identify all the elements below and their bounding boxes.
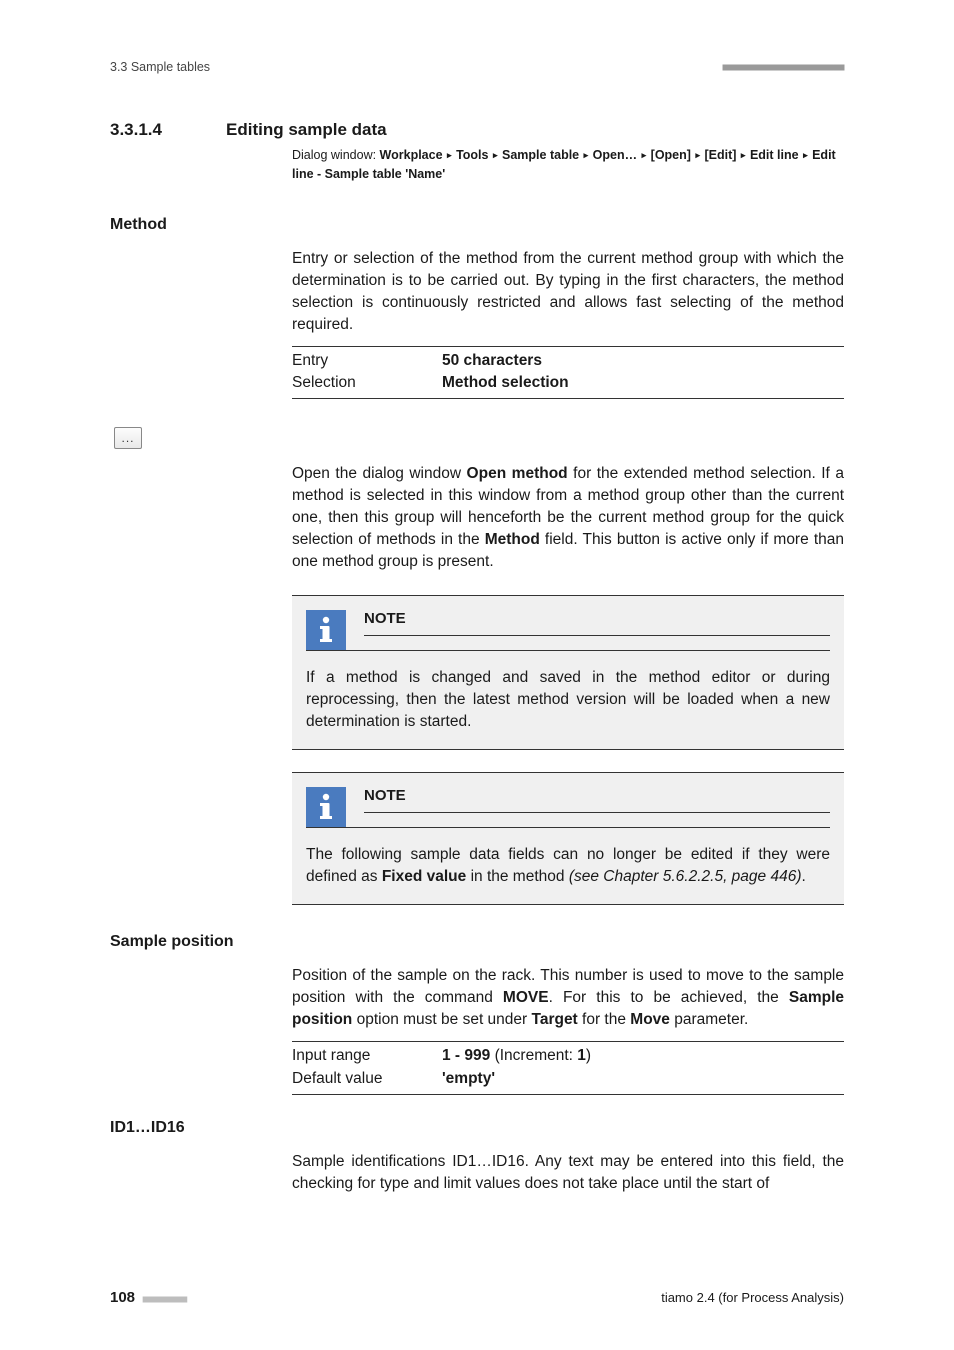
sample-position-label: Sample position	[110, 933, 292, 951]
note-title: NOTE	[364, 787, 830, 813]
header-ornament: ■■■■■■■■■■■■■■■■■■■■■■	[723, 62, 844, 73]
sample-position-description: Position of the sample on the rack. This…	[292, 965, 844, 1031]
running-header: 3.3 Sample tables	[110, 60, 210, 74]
footer-product: tiamo 2.4 (for Process Analysis)	[661, 1290, 844, 1305]
method-spec-table: Entry50 charactersSelectionMethod select…	[292, 346, 844, 400]
section-title: Editing sample data	[226, 120, 387, 140]
table-row: SelectionMethod selection	[292, 372, 844, 394]
table-row: Entry50 characters	[292, 350, 844, 372]
note-1-body: If a method is changed and saved in the …	[306, 667, 830, 733]
open-method-description: Open the dialog window Open method for t…	[292, 463, 844, 573]
table-row: Default value'empty'	[292, 1068, 844, 1090]
method-description: Entry or selection of the method from th…	[292, 248, 844, 336]
more-button[interactable]: ...	[114, 427, 142, 449]
note-box-1: NOTE If a method is changed and saved in…	[292, 595, 844, 750]
id-description: Sample identifications ID1…ID16. Any tex…	[292, 1151, 844, 1195]
note-title: NOTE	[364, 610, 830, 636]
dialog-path: Dialog window: Workplace ▸ Tools ▸ Sampl…	[292, 146, 844, 184]
table-row: Input range1 - 999 (Increment: 1)	[292, 1045, 844, 1067]
note-box-2: NOTE The following sample data fields ca…	[292, 772, 844, 905]
section-number: 3.3.1.4	[110, 120, 194, 140]
info-icon	[306, 787, 346, 827]
note-2-body: The following sample data fields can no …	[306, 844, 830, 888]
page-number: 108	[110, 1289, 135, 1306]
footer-ornament: ■■■■■■■■	[143, 1294, 187, 1305]
sample-position-spec-table: Input range1 - 999 (Increment: 1)Default…	[292, 1041, 844, 1095]
method-label: Method	[110, 216, 292, 234]
id-label: ID1…ID16	[110, 1119, 292, 1137]
info-icon	[306, 610, 346, 650]
